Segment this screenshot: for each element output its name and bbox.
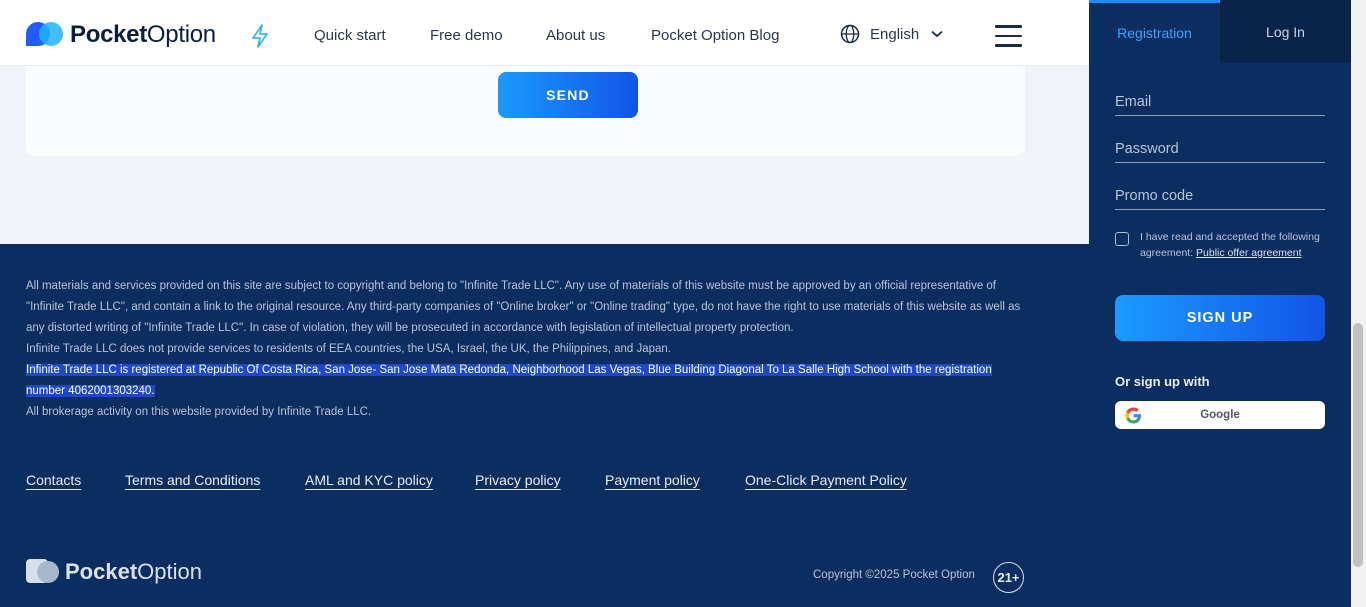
footer-link-terms[interactable]: Terms and Conditions [125, 472, 260, 488]
footer-logo-light: Option [137, 559, 202, 584]
legal-brokerage-notice: All brokerage activity on this website p… [26, 406, 372, 418]
footer-link-payment[interactable]: Payment policy [605, 472, 700, 488]
age-restriction-badge: 21+ [993, 562, 1024, 593]
scrollbar-thumb[interactable] [1353, 323, 1363, 567]
language-label: English [870, 25, 920, 43]
email-field[interactable] [1115, 88, 1325, 116]
language-selector[interactable]: English [840, 24, 943, 44]
promo-code-field[interactable] [1115, 182, 1325, 210]
agreement-label: I have read and accepted the following a… [1140, 230, 1325, 261]
or-sign-up-label: Or sign up with [1115, 374, 1210, 389]
legal-registration-selected: Infinite Trade LLC is registered at Repu… [26, 364, 992, 397]
footer-link-privacy[interactable]: Privacy policy [475, 472, 561, 488]
copyright-text: Copyright ©2025 Pocket Option [813, 569, 975, 581]
nav-quick-start[interactable]: Quick start [314, 27, 386, 44]
sign-up-button[interactable]: SIGN UP [1115, 295, 1325, 341]
footer-link-aml-kyc[interactable]: AML and KYC policy [305, 472, 433, 488]
google-label: Google [1200, 409, 1240, 421]
legal-copyright-notice: All materials and services provided on t… [26, 280, 1021, 334]
google-icon [1125, 407, 1142, 424]
logo-text-bold: Pocket [70, 21, 147, 48]
globe-icon [840, 24, 860, 44]
tab-registration[interactable]: Registration [1089, 0, 1220, 63]
chevron-down-icon [931, 30, 943, 38]
send-button[interactable]: SEND [498, 72, 638, 118]
google-sign-up-button[interactable]: Google [1115, 401, 1325, 429]
footer-logo-mark-icon [26, 558, 60, 586]
password-field[interactable] [1115, 135, 1325, 163]
agreement-checkbox[interactable] [1115, 232, 1129, 246]
footer-link-one-click[interactable]: One-Click Payment Policy [745, 472, 907, 488]
nav-blog[interactable]: Pocket Option Blog [651, 27, 779, 44]
legal-text: All materials and services provided on t… [26, 276, 1026, 423]
pocket-option-logo[interactable]: PocketOption [26, 20, 216, 50]
tab-login[interactable]: Log In [1220, 0, 1351, 63]
footer-link-contacts[interactable]: Contacts [26, 472, 81, 488]
legal-restricted-countries: Infinite Trade LLC does not provide serv… [26, 343, 671, 355]
site-header: PocketOption Quick start Free demo About… [0, 0, 1089, 66]
footer-logo[interactable]: PocketOption [26, 558, 202, 586]
nav-about-us[interactable]: About us [546, 27, 605, 44]
hamburger-menu-icon[interactable] [995, 25, 1022, 47]
lightning-icon[interactable] [250, 24, 270, 48]
footer-logo-bold: Pocket [65, 559, 138, 584]
logo-text-light: Option [146, 21, 216, 48]
nav-free-demo[interactable]: Free demo [430, 27, 503, 44]
logo-mark-icon [26, 20, 64, 50]
public-offer-link[interactable]: Public offer agreement [1196, 247, 1301, 259]
